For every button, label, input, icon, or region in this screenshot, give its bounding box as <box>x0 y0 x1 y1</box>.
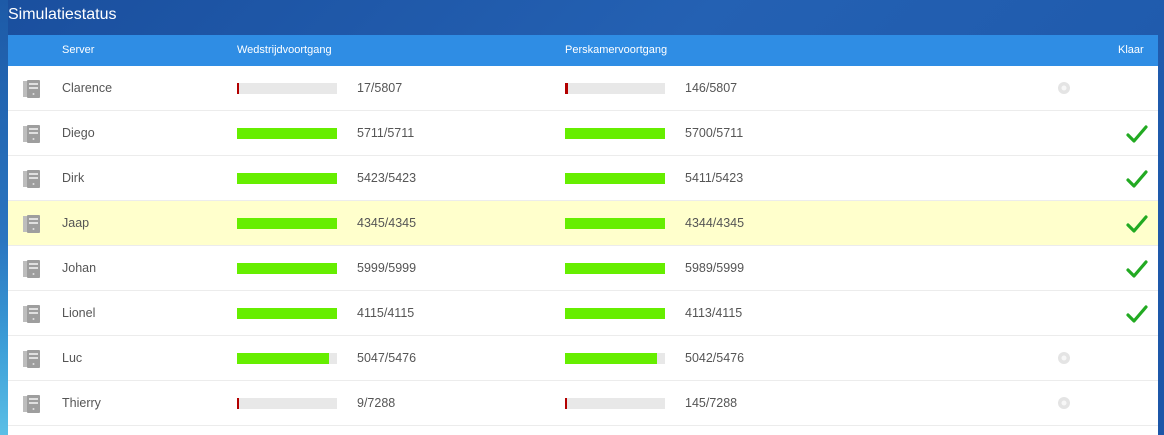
server-name: Jaap <box>62 216 90 230</box>
background-strip <box>0 0 8 435</box>
press-progress-fill <box>565 83 568 94</box>
match-progress-bar <box>237 308 337 319</box>
column-header-match-progress[interactable]: Wedstrijdvoortgang <box>237 44 332 56</box>
press-progress-fill <box>565 353 657 364</box>
server-name: Johan <box>62 261 97 275</box>
server-name: Clarence <box>62 81 113 95</box>
table-row[interactable]: Clarence 17/5807 146/5807 <box>8 66 1158 111</box>
match-progress-bar <box>237 353 337 364</box>
table-row[interactable]: Johan 5999/5999 5989/5999 <box>8 246 1158 291</box>
column-header-press-progress[interactable]: Perskamervoortgang <box>565 44 667 56</box>
column-header-server[interactable]: Server <box>62 44 94 56</box>
press-progress-fill <box>565 398 567 409</box>
match-progress-count: 9/7288 <box>357 396 396 410</box>
server-icon <box>22 124 42 144</box>
match-progress-count: 5047/5476 <box>357 351 417 365</box>
server-icon <box>22 304 42 324</box>
press-progress-bar <box>565 128 665 139</box>
match-progress-bar <box>237 173 337 184</box>
simulation-status-panel: Server Wedstrijdvoortgang Perskamervoort… <box>8 35 1158 435</box>
server-icon <box>22 349 42 369</box>
match-progress-count: 17/5807 <box>357 81 403 95</box>
server-name: Diego <box>62 126 95 140</box>
page-title: Simulatiestatus <box>8 6 117 23</box>
match-progress-count: 5711/5711 <box>357 126 415 140</box>
press-progress-count: 4113/4115 <box>685 306 743 320</box>
press-progress-fill <box>565 263 665 274</box>
press-progress-count: 5042/5476 <box>685 351 745 365</box>
check-icon <box>1126 168 1148 190</box>
table-row[interactable]: Lionel 4115/4115 4113/4115 <box>8 291 1158 336</box>
server-icon <box>22 79 42 99</box>
match-progress-fill <box>237 128 337 139</box>
table-header: Server Wedstrijdvoortgang Perskamervoort… <box>8 35 1158 66</box>
press-progress-bar <box>565 218 665 229</box>
table-row[interactable]: Jaap 4345/4345 4344/4345 <box>8 201 1158 246</box>
match-progress-fill <box>237 218 337 229</box>
press-progress-count: 146/5807 <box>685 81 738 95</box>
busy-icon <box>1056 350 1072 366</box>
check-icon <box>1126 123 1148 145</box>
press-progress-bar <box>565 398 665 409</box>
match-progress-count: 5999/5999 <box>357 261 417 275</box>
match-progress-bar <box>237 128 337 139</box>
match-progress-bar <box>237 263 337 274</box>
press-progress-fill <box>565 128 665 139</box>
press-progress-count: 5411/5423 <box>685 171 744 185</box>
server-name: Lionel <box>62 306 96 320</box>
table-row[interactable]: Dirk 5423/5423 5411/5423 <box>8 156 1158 201</box>
check-icon <box>1126 258 1148 280</box>
match-progress-fill <box>237 398 239 409</box>
press-progress-count: 5989/5999 <box>685 261 745 275</box>
match-progress-count: 4345/4345 <box>357 216 417 230</box>
busy-icon <box>1056 395 1072 411</box>
press-progress-count: 5700/5711 <box>685 126 744 140</box>
match-progress-fill <box>237 353 329 364</box>
press-progress-count: 145/7288 <box>685 396 738 410</box>
press-progress-bar <box>565 308 665 319</box>
server-icon <box>22 259 42 279</box>
column-header-done[interactable]: Klaar <box>1118 44 1158 56</box>
table-row[interactable]: Diego 5711/5711 5700/5711 <box>8 111 1158 156</box>
match-progress-bar <box>237 218 337 229</box>
press-progress-bar <box>565 173 665 184</box>
server-icon <box>22 169 42 189</box>
check-icon <box>1126 213 1148 235</box>
match-progress-fill <box>237 173 337 184</box>
check-icon <box>1126 303 1148 325</box>
match-progress-bar <box>237 83 337 94</box>
table-row[interactable]: Thierry 9/7288 145/7288 <box>8 381 1158 426</box>
busy-icon <box>1056 80 1072 96</box>
match-progress-count: 5423/5423 <box>357 171 417 185</box>
press-progress-bar <box>565 263 665 274</box>
press-progress-fill <box>565 308 665 319</box>
table-row[interactable]: Luc 5047/5476 5042/5476 <box>8 336 1158 381</box>
press-progress-bar <box>565 83 665 94</box>
match-progress-fill <box>237 308 337 319</box>
server-icon <box>22 394 42 414</box>
press-progress-bar <box>565 353 665 364</box>
press-progress-fill <box>565 173 665 184</box>
match-progress-count: 4115/4115 <box>357 306 415 320</box>
server-name: Dirk <box>62 171 85 185</box>
server-icon <box>22 214 42 234</box>
server-name: Thierry <box>62 396 101 410</box>
press-progress-count: 4344/4345 <box>685 216 745 230</box>
match-progress-fill <box>237 83 239 94</box>
press-progress-fill <box>565 218 665 229</box>
server-name: Luc <box>62 351 83 365</box>
match-progress-bar <box>237 398 337 409</box>
match-progress-fill <box>237 263 337 274</box>
